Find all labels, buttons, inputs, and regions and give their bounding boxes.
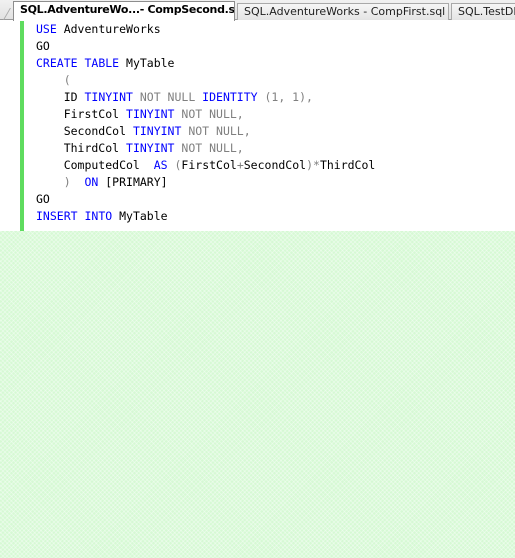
empty-editor-area [0,231,515,558]
code-token: (1, 1), [264,90,313,104]
code-token: SecondCol [36,124,133,138]
code-token: ThirdCol [319,158,376,172]
code-line[interactable]: FirstCol TINYINT NOT NULL, [36,106,375,123]
code-token: FirstCol [36,107,127,121]
code-line[interactable]: ID TINYINT NOT NULL IDENTITY (1, 1), [36,89,375,106]
code-token: FirstCol [181,158,237,172]
document-tab-strip: SQL.AdventureWo...- CompSecond.sql SQL.A… [0,0,515,21]
code-token: TINYINT [126,141,182,155]
code-token: INSERT [36,209,85,223]
code-line[interactable]: ThirdCol TINYINT NOT NULL, [36,140,375,157]
code-token: TINYINT [132,124,189,138]
code-token: ) [36,175,85,189]
code-token: ON [84,175,106,189]
code-token: AS [153,158,175,172]
code-line[interactable]: CREATE TABLE MyTable [36,55,375,72]
code-line[interactable]: GO [36,191,375,208]
code-token: GO [36,192,50,206]
tab-testdb[interactable]: SQL.TestDB [451,3,515,20]
sql-editor[interactable]: USE AdventureWorks GO CREATE TABLE MyTable… [0,20,515,231]
code-line[interactable]: GO [36,38,375,55]
code-token: MyTable [119,209,168,223]
code-token: MyTable [126,56,175,70]
code-token: TINYINT [84,90,140,104]
code-token: NOT NULL, [181,141,244,155]
change-tracking-bar [20,20,24,231]
code-token: INTO [84,209,120,223]
code-text[interactable]: USE AdventureWorks GO CREATE TABLE MyTable… [36,21,375,225]
code-line[interactable]: ComputedCol AS (FirstCol+SecondCol)*Thir… [36,157,376,174]
code-token: + [236,158,244,172]
code-token: ComputedCol [36,158,154,172]
code-line[interactable]: USE AdventureWorks [36,21,375,38]
code-token: SecondCol [243,158,307,172]
code-token: ThirdCol [36,141,127,155]
code-token: GO [36,39,50,53]
code-token: ) [306,158,313,172]
code-token: NOT NULL [139,90,203,104]
code-token: [PRIMARY] [105,175,168,189]
code-line[interactable]: SecondCol TINYINT NOT NULL, [36,123,375,140]
code-token: IDENTITY [202,90,265,104]
code-line[interactable]: INSERT INTO MyTable [36,208,375,225]
code-token: ( [36,73,71,87]
code-token: USE [36,22,64,36]
code-token: AdventureWorks [63,22,161,36]
code-token: ID [36,90,85,104]
code-token: TINYINT [126,107,182,121]
code-token: TABLE [84,56,127,70]
code-token: * [313,158,320,172]
tab-compsecond-sql[interactable]: SQL.AdventureWo...- CompSecond.sql [13,1,235,21]
code-token: CREATE [36,56,85,70]
code-token: NOT NULL, [181,107,244,121]
code-line[interactable]: ( [36,72,375,89]
code-line[interactable]: ) ON [PRIMARY] [36,174,375,191]
tab-compfirst-sql[interactable]: SQL.AdventureWorks - CompFirst.sql [237,3,449,20]
code-token: NOT NULL, [188,124,251,138]
